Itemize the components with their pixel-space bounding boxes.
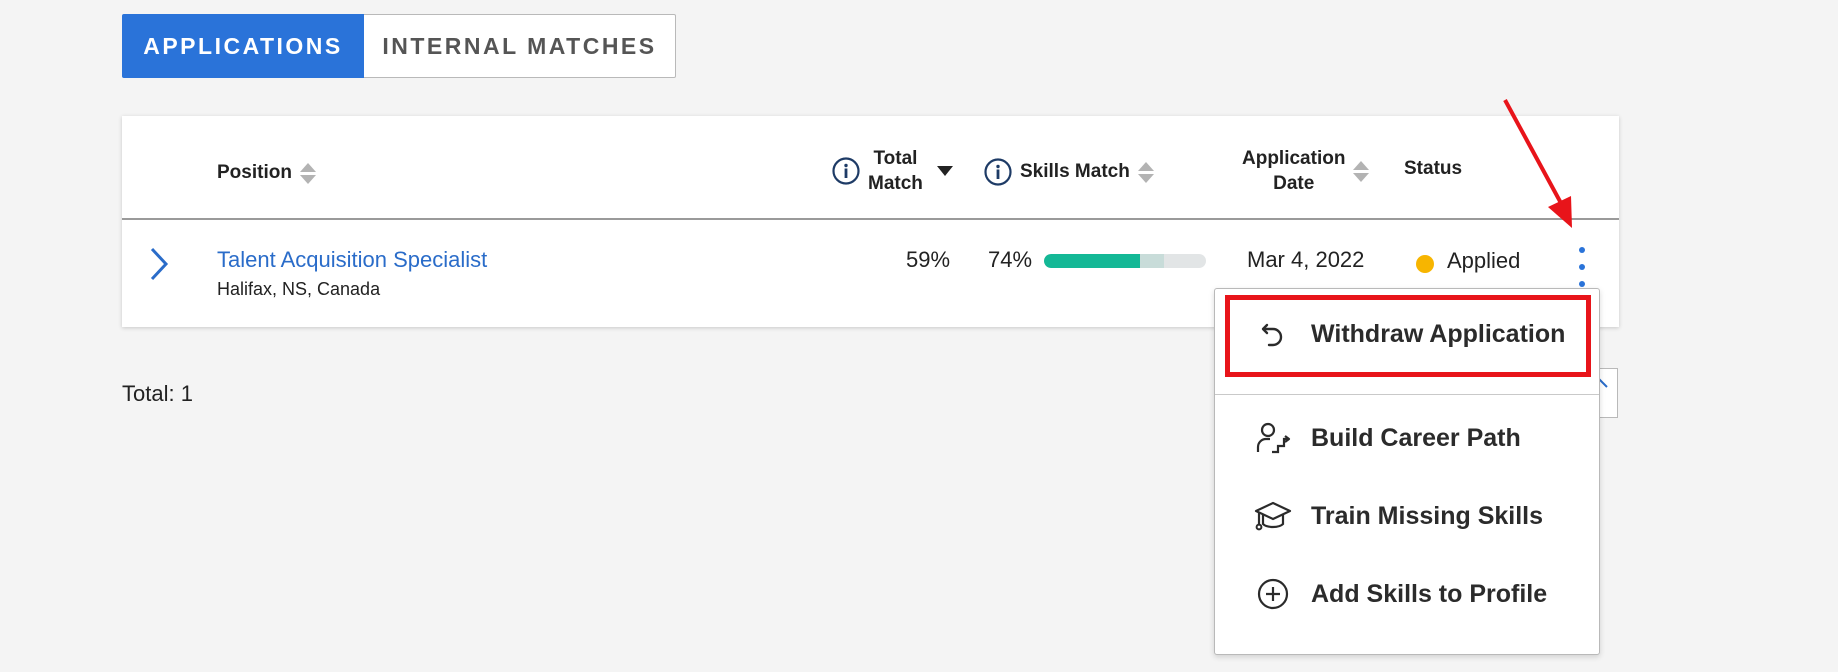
header-application-date[interactable]: Application Date [1242, 146, 1370, 196]
career-path-icon [1253, 418, 1293, 458]
position-title-link[interactable]: Talent Acquisition Specialist [217, 247, 487, 273]
header-divider [122, 218, 1619, 220]
tab-applications[interactable]: APPLICATIONS [122, 14, 364, 78]
header-position[interactable]: Position [217, 154, 316, 192]
menu-item-train-missing-skills[interactable]: Train Missing Skills [1215, 481, 1599, 551]
chevron-right-icon[interactable] [148, 246, 170, 282]
header-position-label: Position [217, 162, 292, 183]
menu-item-label: Add Skills to Profile [1311, 579, 1548, 608]
header-application-date-line1: Application [1242, 148, 1346, 169]
position-location: Halifax, NS, Canada [217, 279, 381, 299]
header-total-match-line2: Match [868, 173, 923, 194]
status-value: Applied [1447, 248, 1521, 273]
tab-bar: APPLICATIONS INTERNAL MATCHES [122, 14, 676, 78]
menu-item-withdraw-application[interactable]: Withdraw Application [1215, 299, 1599, 369]
tab-internal-matches[interactable]: INTERNAL MATCHES [364, 14, 676, 78]
info-icon[interactable] [984, 158, 1012, 186]
sort-icon [1353, 160, 1370, 182]
sort-icon [299, 162, 316, 184]
total-match-value: 59% [906, 247, 951, 272]
total-count: Total: 1 [122, 381, 193, 406]
menu-item-build-career-path[interactable]: Build Career Path [1215, 403, 1599, 473]
header-total-match[interactable]: Total Match [832, 146, 953, 196]
skills-match-value: 74% [988, 247, 1033, 272]
menu-item-label: Train Missing Skills [1311, 501, 1544, 530]
menu-item-label: Withdraw Application [1311, 319, 1566, 348]
sort-icon [1137, 161, 1154, 183]
menu-item-label: Build Career Path [1311, 423, 1521, 452]
undo-icon [1253, 314, 1293, 354]
header-total-match-line1: Total [873, 148, 918, 169]
menu-item-add-skills-to-profile[interactable]: Add Skills to Profile [1215, 559, 1599, 629]
skills-match-bar [1044, 254, 1206, 268]
status-indicator-dot [1416, 255, 1434, 273]
application-date-value: Mar 4, 2022 [1247, 247, 1365, 272]
header-application-date-line2: Date [1273, 173, 1315, 194]
row-actions-menu: Withdraw Application Build Career Path T… [1214, 288, 1600, 655]
sort-desc-icon [936, 166, 953, 176]
header-status-label: Status [1404, 158, 1463, 179]
header-status: Status [1404, 158, 1462, 180]
header-skills-match-label: Skills Match [1020, 161, 1130, 182]
table-row-position: Talent Acquisition Specialist Halifax, N… [217, 247, 487, 300]
graduation-cap-icon [1253, 496, 1293, 536]
info-icon[interactable] [832, 157, 860, 185]
menu-divider [1215, 394, 1599, 395]
more-options-kebab-icon[interactable] [1575, 247, 1589, 287]
header-skills-match[interactable]: Skills Match [984, 152, 1154, 192]
plus-circle-icon [1253, 574, 1293, 614]
